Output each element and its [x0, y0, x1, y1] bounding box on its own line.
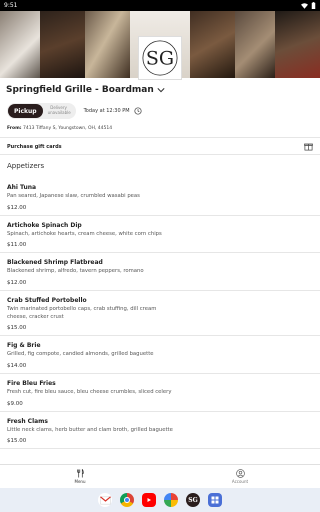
menu-item-name: Fig & Brie	[7, 342, 41, 350]
tab-account-label: Account	[231, 479, 249, 484]
svg-text:SG: SG	[146, 48, 174, 70]
hero-photo	[85, 11, 130, 78]
menu-item-name: Fire Bleu Fries	[7, 380, 56, 388]
menu-item-price: $12.00	[7, 280, 27, 287]
menu-item-price: $9.00	[7, 400, 23, 407]
chrome-icon[interactable]	[120, 493, 134, 507]
location-selector[interactable]: Springfield Grille - Boardman	[6, 85, 314, 95]
menu-item-price: $15.00	[7, 438, 27, 445]
menu-item[interactable]: Artichoke Spinach Dip Spinach, artichoke …	[0, 216, 320, 254]
tab-menu-label: Menu	[74, 479, 86, 484]
hero-photo	[0, 11, 40, 78]
hero-photo	[275, 11, 320, 78]
from-address: 7413 Tiffany S, Youngstown, OH, 44514	[23, 126, 113, 131]
divider	[0, 137, 320, 138]
menu-item[interactable]: Crab Stuffed Portobello Twin marinated po…	[0, 291, 320, 337]
menu-item-description: Blackened shrimp, alfredo, tavern pepper…	[7, 268, 144, 275]
pickup-address: From: 7413 Tiffany S, Youngstown, OH, 44…	[7, 126, 112, 131]
order-time[interactable]: Today at 12:30 PM	[84, 108, 130, 114]
hero-photo	[190, 11, 235, 78]
menu-item[interactable]: Fresh Clams Little neck clams, herb butte…	[0, 412, 320, 450]
menu-item-name: Ahi Tuna	[7, 184, 37, 191]
menu-item-description: Spinach, artichoke hearts, cream cheese,…	[7, 230, 162, 237]
menu-item-description: Fresh cut, fire bleu sauce, bleu cheese …	[7, 389, 172, 396]
battery-icon	[311, 2, 316, 9]
delivery-button[interactable]: Delivery unavailable	[43, 105, 75, 116]
bottom-navigation: Menu Account	[0, 464, 320, 488]
menu-item[interactable]: Fire Bleu Fries Fresh cut, fire bleu sauc…	[0, 374, 320, 412]
gift-cards-label[interactable]: Purchase gift cards	[7, 144, 62, 150]
menu-item-price: $12.00	[7, 204, 27, 211]
restaurant-logo: SG	[138, 36, 182, 80]
order-mode-row: Pickup Delivery unavailable Today at 12:…	[7, 103, 142, 119]
menu-item-description: Little neck clams, herb butter and clam …	[7, 426, 173, 433]
page-title: Springfield Grille - Boardman	[6, 85, 154, 95]
system-taskbar: SG	[0, 488, 320, 512]
from-label: From:	[7, 126, 22, 131]
chevron-down-icon[interactable]	[157, 87, 165, 93]
status-bar: 9:51	[0, 0, 320, 11]
menu-item-price: $14.00	[7, 363, 27, 370]
menu-item-description: Grilled, fig compote, candied almonds, g…	[7, 351, 154, 358]
menu-item-description: Pan seared, Japanese slaw, crumbled wasa…	[7, 193, 140, 199]
cutlery-icon	[76, 469, 84, 478]
account-icon	[235, 469, 245, 478]
springfield-app-icon[interactable]: SG	[186, 493, 200, 507]
photos-icon[interactable]	[164, 493, 178, 507]
menu-item[interactable]: Fig & Brie Grilled, fig compote, candied …	[0, 336, 320, 375]
hero-photo	[235, 11, 275, 78]
menu-item-name: Blackened Shrimp Flatbread	[7, 259, 103, 267]
clock-icon[interactable]	[134, 107, 142, 115]
menu-item[interactable]: Ahi Tuna Pan seared, Japanese slaw, crumb…	[0, 178, 320, 216]
youtube-icon[interactable]	[142, 493, 156, 507]
menu-item-price: $11.00	[7, 242, 27, 249]
menu-item-name: Crab Stuffed Portobello	[7, 297, 87, 305]
menu-list: Ahi Tuna Pan seared, Japanese slaw, crumb…	[0, 178, 320, 450]
tab-menu[interactable]: Menu	[0, 465, 160, 488]
restaurant-header: Springfield Grille - Boardman	[6, 85, 314, 95]
sg-logo-icon: SG	[142, 40, 178, 76]
pickup-button[interactable]: Pickup	[8, 104, 43, 118]
order-type-toggle[interactable]: Pickup Delivery unavailable	[7, 103, 76, 119]
tab-account[interactable]: Account	[160, 465, 320, 488]
menu-item[interactable]: Blackened Shrimp Flatbread Blackened shri…	[0, 253, 320, 292]
menu-item-name: Fresh Clams	[7, 417, 49, 425]
status-icons	[301, 2, 316, 9]
menu-item-name: Artichoke Spinach Dip	[7, 221, 82, 229]
gmail-icon[interactable]	[98, 493, 112, 507]
wifi-icon	[301, 2, 308, 9]
hero-photo	[40, 11, 85, 78]
section-title: Appetizers	[7, 162, 45, 170]
app-drawer-icon[interactable]	[208, 493, 222, 507]
divider	[0, 154, 320, 155]
gift-icon[interactable]	[304, 142, 313, 151]
menu-item-price: $15.00	[7, 325, 27, 332]
status-time: 9:51	[4, 2, 18, 9]
menu-item-description: Twin marinated portobello caps, crab stu…	[7, 306, 157, 320]
gift-cards-row[interactable]: Purchase gift cards	[7, 142, 313, 151]
